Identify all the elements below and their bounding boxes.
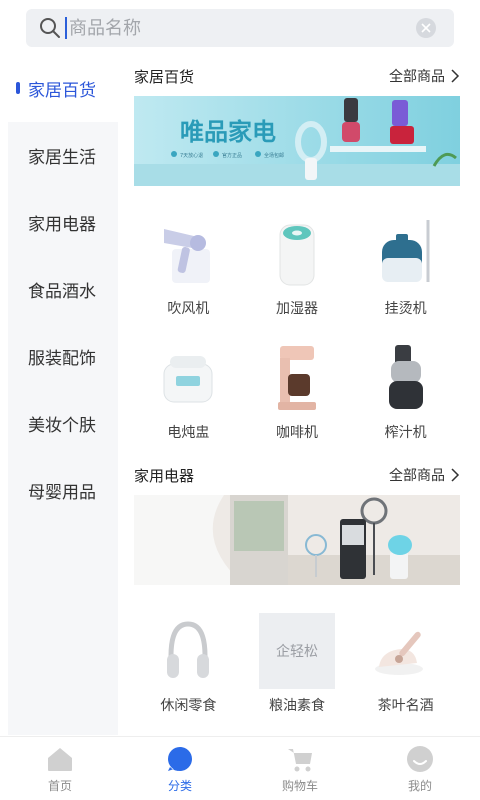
view-all-link[interactable]: 全部商品 [389, 66, 460, 86]
banner-headline: 唯品家电 [180, 118, 276, 146]
chevron-right-icon [451, 69, 460, 83]
section-title: 家用电器 [134, 466, 195, 485]
juicer-icon [368, 340, 444, 416]
banner-image: 唯品家电 7天放心退 官方正品 全场包邮 [134, 96, 460, 186]
sidebar-item-baby[interactable]: 母婴用品 [8, 457, 118, 524]
product-item[interactable]: 茶叶名酒 [351, 613, 460, 715]
product-label: 挂烫机 [384, 301, 427, 317]
product-label: 榨汁机 [384, 425, 427, 441]
sidebar-item-beauty[interactable]: 美妆个肤 [8, 390, 118, 457]
sidebar-item-label: 服装配饰 [28, 349, 96, 369]
product-label: 粮油素食 [268, 698, 325, 714]
section-title: 家居百货 [134, 67, 195, 86]
sidebar-item-label: 家居百货 [28, 81, 96, 101]
product-label: 咖啡机 [275, 425, 318, 441]
sidebar-item-label: 家居生活 [28, 148, 96, 168]
headphones-icon [150, 613, 226, 689]
search-icon [38, 16, 62, 40]
product-item[interactable]: 吹风机 [134, 216, 243, 318]
garment-steamer-icon [368, 216, 444, 292]
tab-category[interactable]: 分类 [120, 737, 240, 800]
product-grid: 休闲零食 企轻松 粮油素食 茶叶名酒 [134, 613, 460, 715]
view-all-label: 全部商品 [389, 69, 445, 85]
search-bar[interactable] [26, 9, 454, 47]
category-icon [165, 744, 195, 774]
sidebar-item-apparel[interactable]: 服装配饰 [8, 323, 118, 390]
search-input[interactable] [69, 17, 389, 39]
text-caret [65, 17, 67, 39]
product-item[interactable]: 挂烫机 [351, 216, 460, 318]
humidifier-icon [259, 216, 335, 292]
slow-cooker-icon [150, 340, 226, 416]
sidebar-item-label: 食品酒水 [28, 282, 96, 302]
active-indicator [16, 82, 20, 94]
product-item[interactable]: 休闲零食 [134, 613, 243, 715]
sidebar-filler [8, 524, 118, 735]
product-label: 休闲零食 [160, 698, 217, 714]
promo-banner[interactable]: 唯品家电 7天放心退 官方正品 全场包邮 [134, 96, 460, 186]
product-item[interactable]: 榨汁机 [351, 340, 460, 442]
view-all-label: 全部商品 [389, 468, 445, 484]
coffee-machine-icon [259, 340, 335, 416]
chevron-right-icon [451, 468, 460, 482]
bottom-tab-bar: 首页 分类 购物车 我的 [0, 736, 480, 800]
hair-dryer-icon [150, 216, 226, 292]
tab-label: 首页 [47, 778, 72, 793]
product-item[interactable]: 加湿器 [243, 216, 352, 318]
banner-image [134, 495, 460, 585]
product-label: 吹风机 [167, 301, 210, 317]
product-grid: 吹风机 加湿器 挂烫机 电炖盅 咖啡机 榨汁机 [134, 216, 460, 442]
placeholder-logo-icon: 企轻松 [258, 613, 335, 689]
sidebar-item-label: 家用电器 [28, 215, 96, 235]
sidebar-item-food-drinks[interactable]: 食品酒水 [8, 256, 118, 323]
cart-icon [285, 744, 315, 774]
banner-note: 7天放心退 [180, 152, 203, 159]
home-icon [45, 744, 75, 774]
product-label: 茶叶名酒 [377, 698, 434, 714]
sidebar-item-home-goods[interactable]: 家居百货 [8, 55, 118, 122]
promo-banner[interactable] [134, 495, 460, 585]
product-label: 电炖盅 [167, 425, 210, 441]
sidebar-item-label: 美妆个肤 [28, 416, 96, 436]
tab-label: 购物车 [281, 778, 318, 793]
product-label: 加湿器 [275, 301, 318, 317]
banner-note: 全场包邮 [264, 152, 284, 159]
mite-vacuum-icon [368, 613, 444, 689]
placeholder-text: 企轻松 [275, 644, 318, 660]
product-item[interactable]: 企轻松 粮油素食 [243, 613, 352, 715]
tab-cart[interactable]: 购物车 [240, 737, 360, 800]
clear-icon[interactable] [416, 18, 436, 38]
product-item[interactable]: 咖啡机 [243, 340, 352, 442]
banner-note: 官方正品 [222, 152, 242, 159]
profile-icon [405, 744, 435, 774]
tab-label: 我的 [407, 778, 432, 793]
section-header: 家居百货 全部商品 [134, 64, 460, 88]
sidebar-item-home-living[interactable]: 家居生活 [8, 122, 118, 189]
section-header: 家用电器 全部商品 [134, 463, 460, 487]
product-item[interactable]: 电炖盅 [134, 340, 243, 442]
tab-profile[interactable]: 我的 [360, 737, 480, 800]
view-all-link[interactable]: 全部商品 [389, 465, 460, 485]
tab-home[interactable]: 首页 [0, 737, 120, 800]
tab-label: 分类 [167, 778, 192, 793]
category-sidebar: 家居百货 家居生活 家用电器 食品酒水 服装配饰 美妆个肤 母婴用品 [0, 55, 118, 735]
sidebar-item-appliances[interactable]: 家用电器 [8, 189, 118, 256]
sidebar-item-label: 母婴用品 [28, 483, 96, 503]
